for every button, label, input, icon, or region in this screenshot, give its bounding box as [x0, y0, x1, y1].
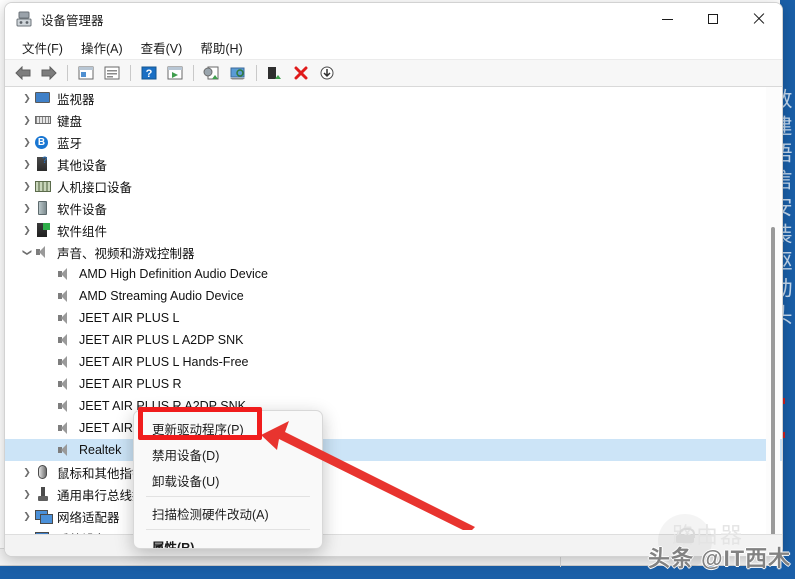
tree-row[interactable]: ❯ 键盘 — [5, 109, 782, 131]
maximize-button[interactable] — [690, 3, 736, 35]
speaker-icon — [57, 420, 75, 436]
chevron-down-icon[interactable]: ❯ — [22, 244, 33, 260]
chevron-right-icon[interactable]: ❯ — [19, 203, 35, 214]
help-icon[interactable]: ? — [137, 62, 161, 84]
tree-row[interactable]: AMD Streaming Audio Device — [5, 285, 782, 307]
toolbar-separator-4 — [256, 65, 257, 81]
minimize-button[interactable] — [644, 3, 690, 35]
tree-row-label: 蓝牙 — [57, 136, 83, 151]
monitor-icon — [35, 90, 53, 106]
chevron-right-icon[interactable]: ❯ — [19, 93, 35, 104]
title-bar: 设备管理器 — [5, 3, 782, 35]
window-title: 设备管理器 — [41, 13, 104, 28]
tree-row[interactable]: JEET AIR PLUS R A2DP SNK — [5, 395, 782, 417]
chevron-right-icon[interactable]: ❯ — [19, 489, 35, 500]
tree-row-label: AMD Streaming Audio Device — [79, 289, 244, 303]
menu-bar: 文件(F) 操作(A) 查看(V) 帮助(H) — [5, 35, 782, 59]
keyboard-icon — [35, 112, 53, 128]
tree-row-label: AMD High Definition Audio Device — [79, 267, 268, 281]
speaker-icon — [57, 442, 75, 458]
speaker-icon — [35, 244, 53, 260]
tree-row[interactable]: ❯ 监视器 — [5, 87, 782, 109]
tree-row[interactable]: ❯ 其他设备 — [5, 153, 782, 175]
chevron-right-icon[interactable]: ❯ — [19, 467, 35, 478]
tree-row-label: 其他设备 — [57, 158, 108, 173]
tree-row[interactable]: ❯ B 蓝牙 — [5, 131, 782, 153]
tree-row-label: 声音、视频和游戏控制器 — [57, 246, 195, 261]
tree-row-label: 网络适配器 — [57, 510, 120, 525]
tree-row-label: JEET AIR PLUS L A2DP SNK — [79, 333, 244, 347]
tree-row[interactable]: JEET AIR PLUS L Hands-Free — [5, 351, 782, 373]
hid-icon — [35, 178, 53, 194]
tree-row-label: 人机接口设备 — [57, 180, 133, 195]
chevron-right-icon[interactable]: ❯ — [19, 115, 35, 126]
toolbar-separator-2 — [130, 65, 131, 81]
svg-text:?: ? — [146, 68, 153, 80]
speaker-icon — [57, 310, 75, 326]
tree-row-label: 键盘 — [57, 114, 83, 129]
ctx-properties[interactable]: 属性(R) — [134, 533, 322, 549]
chevron-right-icon[interactable]: ❯ — [19, 225, 35, 236]
tree-row-label: 监视器 — [57, 92, 95, 107]
software-device-icon — [35, 200, 53, 216]
show-tree-icon[interactable] — [74, 62, 98, 84]
scrollbar-thumb[interactable] — [771, 227, 775, 545]
tree-row-label: JEET AIR PLUS R — [79, 377, 182, 391]
forward-icon[interactable] — [37, 62, 61, 84]
tree-row-label: Realtek — [79, 443, 122, 457]
tree-row[interactable]: ❯ 声音、视频和游戏控制器 — [5, 241, 782, 263]
chevron-right-icon[interactable]: ❯ — [19, 511, 35, 522]
toolbar-separator-1 — [67, 65, 68, 81]
tree-row[interactable]: ❯ 软件设备 — [5, 197, 782, 219]
lock-icon — [676, 528, 695, 543]
download-icon[interactable] — [315, 62, 339, 84]
menu-help[interactable]: 帮助(H) — [191, 36, 251, 59]
properties-icon[interactable] — [100, 62, 124, 84]
chevron-right-icon[interactable]: ❯ — [19, 159, 35, 170]
tree-scrollbar[interactable] — [766, 87, 780, 555]
mouse-icon — [35, 464, 53, 480]
speaker-icon — [57, 398, 75, 414]
tree-row[interactable]: JEET AIR PLUS L — [5, 307, 782, 329]
tree-row[interactable]: AMD High Definition Audio Device — [5, 263, 782, 285]
network-icon — [35, 508, 53, 524]
tree-row-label: 软件组件 — [57, 224, 108, 239]
scan-hardware-icon[interactable] — [226, 62, 250, 84]
speaker-icon — [57, 266, 75, 282]
update-driver-icon[interactable] — [200, 62, 224, 84]
disable-device-icon[interactable] — [263, 62, 287, 84]
software-component-icon — [35, 222, 53, 238]
speaker-icon — [57, 354, 75, 370]
view-devices-icon[interactable] — [163, 62, 187, 84]
tree-row[interactable]: ❯ 人机接口设备 — [5, 175, 782, 197]
toolbar-separator-3 — [193, 65, 194, 81]
tree-row[interactable]: JEET AIR PLUS L A2DP SNK — [5, 329, 782, 351]
chevron-right-icon[interactable]: ❯ — [19, 137, 35, 148]
close-button[interactable] — [736, 3, 782, 35]
menu-view[interactable]: 查看(V) — [132, 36, 192, 59]
device-manager-icon — [15, 10, 33, 28]
other-devices-icon — [35, 155, 53, 172]
tree-row-label: JEET AIR PLUS L — [79, 311, 180, 325]
chevron-right-icon[interactable]: ❯ — [19, 181, 35, 192]
uninstall-device-icon[interactable] — [289, 62, 313, 84]
speaker-icon — [57, 376, 75, 392]
bluetooth-icon: B — [35, 134, 53, 150]
tree-row[interactable]: JEET AIR PLUS R — [5, 373, 782, 395]
tree-row-label: 软件设备 — [57, 202, 108, 217]
menu-file[interactable]: 文件(F) — [13, 36, 72, 59]
annotation-arrow — [261, 421, 475, 530]
speaker-icon — [57, 332, 75, 348]
toolbar: ? — [5, 59, 782, 87]
speaker-icon — [57, 288, 75, 304]
usb-icon — [35, 486, 53, 502]
screen-root: 数建语信安装驱动头 设备管理器 — [0, 0, 795, 579]
menu-action[interactable]: 操作(A) — [72, 36, 132, 59]
window-controls — [644, 3, 782, 35]
tree-row[interactable]: ❯ 软件组件 — [5, 219, 782, 241]
tree-row-label: JEET AIR PLUS L Hands-Free — [79, 355, 249, 369]
back-icon[interactable] — [11, 62, 35, 84]
watermark-main: 头条 @IT西木 — [648, 546, 792, 571]
